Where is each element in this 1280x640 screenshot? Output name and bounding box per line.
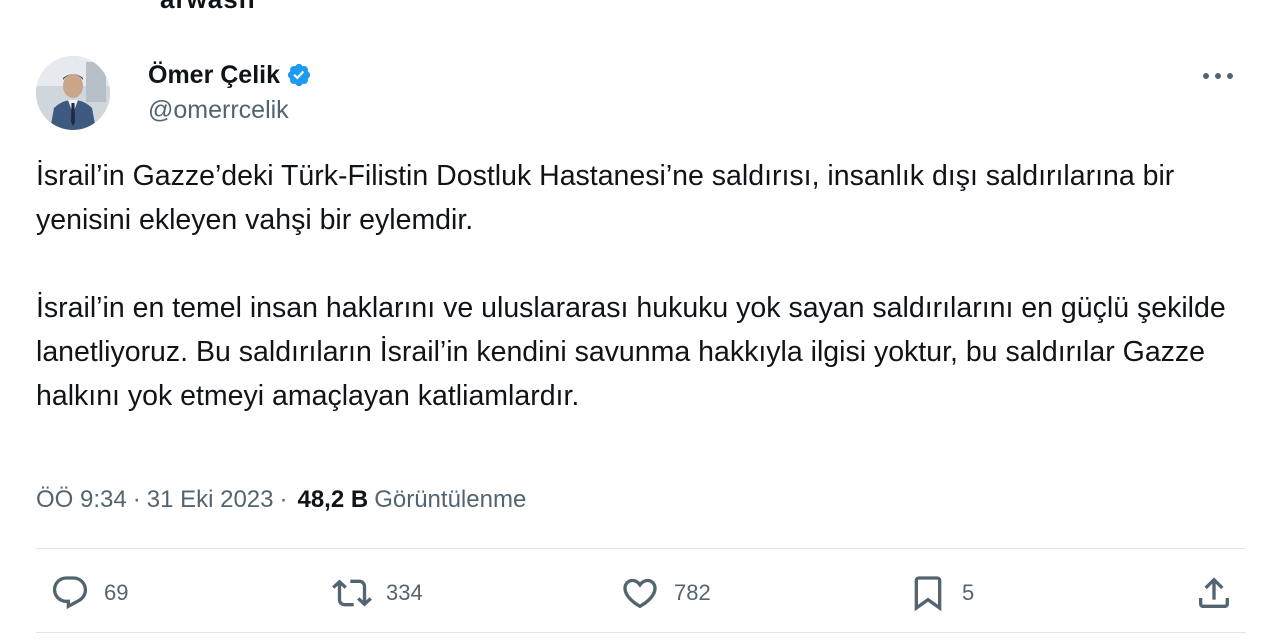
author-display-name[interactable]: Ömer Çelik bbox=[148, 61, 280, 90]
bookmark-count: 5 bbox=[962, 580, 975, 605]
ellipsis-icon bbox=[1203, 73, 1233, 79]
retweet-count: 334 bbox=[386, 580, 423, 605]
more-options-button[interactable] bbox=[1198, 62, 1238, 90]
bottom-divider bbox=[36, 632, 1246, 633]
reply-button[interactable]: 69 bbox=[50, 566, 128, 620]
tweet-text: İsrail’in Gazze’deki Türk-Filistin Dostl… bbox=[36, 154, 1226, 418]
like-button[interactable]: 782 bbox=[620, 566, 711, 620]
verified-badge-icon[interactable] bbox=[286, 62, 312, 88]
bookmark-icon bbox=[914, 576, 942, 612]
meta-separator: · bbox=[279, 486, 288, 513]
divider bbox=[36, 548, 1246, 549]
tweet-meta: ÖÖ 9:34 · 31 Eki 2023 · 48,2 B Görüntüle… bbox=[36, 480, 526, 520]
reply-count: 69 bbox=[104, 580, 129, 605]
display-name-row: Ömer Çelik bbox=[148, 58, 312, 92]
share-button[interactable] bbox=[1194, 566, 1234, 620]
author-handle[interactable]: @omerrcelik bbox=[148, 96, 312, 125]
reply-icon bbox=[52, 576, 88, 610]
tweet-header: Ömer Çelik @omerrcelik bbox=[36, 56, 1246, 130]
like-count: 782 bbox=[674, 580, 711, 605]
tweet-date[interactable]: 31 Eki 2023 bbox=[147, 486, 274, 514]
bookmark-button[interactable]: 5 bbox=[908, 566, 974, 620]
retweet-button[interactable]: 334 bbox=[332, 566, 423, 620]
meta-separator: · bbox=[132, 486, 141, 513]
heart-icon bbox=[623, 578, 657, 609]
tweet-paragraph-2: İsrail’in en temel insan haklarını ve ul… bbox=[36, 292, 1226, 412]
previous-content-fragment: arwasn bbox=[160, 0, 256, 15]
person-avatar-icon[interactable] bbox=[36, 56, 110, 130]
retweet-icon bbox=[332, 579, 372, 607]
tweet-page: arwasn Ömer Çelik bbox=[0, 0, 1280, 640]
tweet-paragraph-1: İsrail’in Gazze’deki Türk-Filistin Dostl… bbox=[36, 160, 1175, 236]
share-icon bbox=[1199, 577, 1229, 608]
tweet-actions: 69 334 782 5 bbox=[36, 566, 1246, 620]
tweet-time[interactable]: ÖÖ 9:34 bbox=[36, 486, 127, 514]
author-names: Ömer Çelik @omerrcelik bbox=[148, 58, 312, 125]
views-label: Görüntülenme bbox=[374, 486, 527, 513]
views-count[interactable]: 48,2 B bbox=[297, 486, 368, 514]
